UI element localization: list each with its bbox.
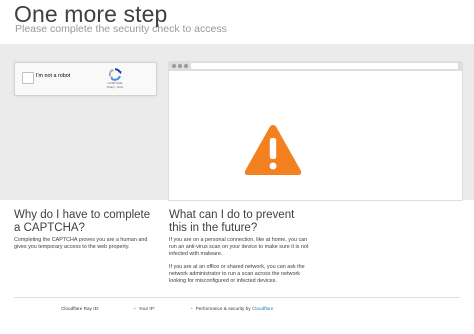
window-dot-icon bbox=[178, 64, 182, 68]
header: One more step Please complete the securi… bbox=[0, 0, 474, 44]
window-dot-icon bbox=[172, 64, 176, 68]
browser-illustration bbox=[168, 61, 463, 201]
footer-separator: • bbox=[134, 306, 136, 311]
browser-url-bar bbox=[191, 63, 458, 69]
recaptcha-checkbox[interactable] bbox=[22, 72, 34, 84]
performance-label: Performance & security by bbox=[195, 306, 251, 311]
footer-separator: • bbox=[191, 306, 193, 311]
prevent-heading: What can I do to prevent this in the fut… bbox=[169, 209, 295, 234]
footer-divider bbox=[14, 297, 460, 298]
ray-id-label: Cloudflare Ray ID: bbox=[61, 306, 100, 311]
ray-id: Cloudflare Ray ID: bbox=[61, 306, 99, 311]
recaptcha-widget: I'm not a robot reCAPTCHA Privacy - Term… bbox=[14, 62, 157, 96]
why-section: Why do I have to complete a CAPTCHA? Com… bbox=[14, 209, 159, 250]
why-text: Completing the CAPTCHA proves you are a … bbox=[14, 237, 148, 250]
prevent-text-office: If you are at an office or shared networ… bbox=[169, 264, 305, 284]
ip-label: Your IP: bbox=[138, 306, 156, 311]
prevent-section: What can I do to prevent this in the fut… bbox=[169, 209, 314, 284]
browser-viewport bbox=[168, 71, 463, 201]
recaptcha-links[interactable]: Privacy - Terms bbox=[103, 86, 127, 89]
recaptcha-brand: reCAPTCHA bbox=[107, 82, 123, 85]
warning-triangle-icon bbox=[244, 125, 302, 175]
cloudflare-link[interactable]: Cloudflare bbox=[252, 306, 273, 311]
why-heading: Why do I have to complete a CAPTCHA? bbox=[14, 209, 151, 234]
your-ip: • Your IP: bbox=[134, 306, 155, 311]
recaptcha-label: I'm not a robot bbox=[36, 73, 71, 79]
browser-titlebar bbox=[168, 61, 463, 71]
prevent-text-home: If you are on a personal connection, lik… bbox=[169, 237, 309, 257]
window-dot-icon bbox=[184, 64, 188, 68]
recaptcha-logo-icon bbox=[108, 68, 122, 81]
page-subtitle: Please complete the security check to ac… bbox=[15, 23, 227, 35]
performance-credit: • Performance & security by Cloudflare bbox=[191, 306, 273, 311]
